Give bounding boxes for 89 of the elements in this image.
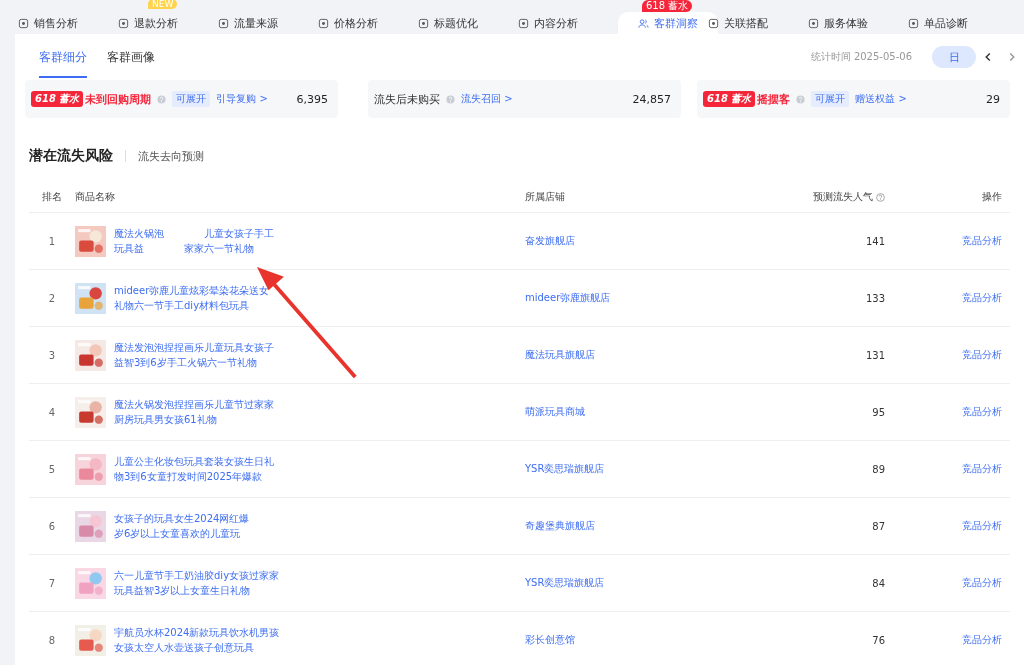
analysis-link[interactable]: 竞品分析 xyxy=(885,519,1010,533)
rank-cell-text: 2 xyxy=(47,292,57,304)
analysis-link[interactable]: 竞品分析 xyxy=(885,348,1010,362)
card-link[interactable]: 引导复购 > xyxy=(216,92,268,106)
product-link[interactable]: 宇航员水杯2024新款玩具饮水机男孩 女孩太空人水壶送孩子创意玩具 xyxy=(114,625,280,655)
section-title: 潜在流失风险 xyxy=(29,147,113,165)
nav-tab[interactable]: 标题优化 xyxy=(418,12,518,34)
store-link[interactable]: 奇趣堡典旗舰店 xyxy=(525,519,755,533)
tab-badge: 618 蓄水 xyxy=(642,0,693,12)
help-icon xyxy=(876,192,885,202)
square-icon xyxy=(908,17,919,29)
tab-badge: NEW xyxy=(148,0,178,9)
product-link[interactable]: 儿童公主化妆包玩具套装女孩生日礼 物3到6女童打发时间2025年爆款 xyxy=(114,454,274,484)
store-link[interactable]: 奋发旗舰店 xyxy=(525,234,755,248)
promo-tag: 618 蓄水 xyxy=(703,91,756,107)
square-icon xyxy=(708,17,719,29)
nav-tab[interactable]: 价格分析 xyxy=(318,12,418,34)
analysis-link[interactable]: 竞品分析 xyxy=(885,633,1010,647)
product-link[interactable]: 女孩子的玩具女生2024网红爆 岁6岁以上女童喜欢的儿童玩 xyxy=(114,511,250,541)
square-icon xyxy=(318,17,329,29)
square-icon xyxy=(118,17,129,29)
analysis-link[interactable]: 竞品分析 xyxy=(885,291,1010,305)
store-link[interactable]: 彩长创意馆 xyxy=(525,633,755,647)
help-icon xyxy=(446,94,455,104)
square-icon xyxy=(218,17,229,29)
store-link[interactable]: 萌派玩具商城 xyxy=(525,405,755,419)
card-title: 流失后未购买 xyxy=(374,91,440,107)
store-link[interactable]: YSR奕思瑞旗舰店 xyxy=(525,462,755,476)
expand-label[interactable]: 可展开 xyxy=(811,91,850,107)
store-link[interactable]: YSR奕思瑞旗舰店 xyxy=(525,576,755,590)
card-title: 未到回购周期 xyxy=(85,91,152,107)
nav-tab[interactable]: 内容分析 xyxy=(518,12,618,34)
value-cell-text: 131 xyxy=(864,349,885,361)
value-cell-text: 76 xyxy=(871,634,885,646)
value-cell-text: 95 xyxy=(871,406,885,418)
nav-tab[interactable]: 客群洞察 xyxy=(618,12,718,34)
square-icon xyxy=(518,17,529,29)
rank-cell-text: 3 xyxy=(47,349,57,361)
value-cell-text: 141 xyxy=(864,235,885,247)
nav-tab[interactable]: 流量来源 xyxy=(218,12,318,34)
sub-tab[interactable]: 客群细分 xyxy=(39,36,87,78)
nav-tab[interactable]: 服务体验 xyxy=(808,12,908,34)
analysis-link[interactable]: 竞品分析 xyxy=(885,576,1010,590)
card-value: 29 xyxy=(986,92,1000,106)
promo-tag: 618 蓄水 xyxy=(31,91,84,107)
product-link[interactable]: 六一儿童节手工奶油胶diy女孩过家家 玩具益智3岁以上女童生日礼物 xyxy=(114,568,280,598)
nav-tab[interactable]: 退款分析 xyxy=(118,12,218,34)
product-link[interactable]: mideer弥鹿儿童炫彩晕染花朵送女 礼物六一节手工diy材料包玩具 xyxy=(114,283,270,313)
nav-tab[interactable]: 销售分析 xyxy=(18,12,118,34)
product-link[interactable]: 魔法火锅泡 儿童女孩子手工 玩具益 家家六一节礼物 xyxy=(114,226,274,256)
nav-tab[interactable]: 单品诊断 xyxy=(908,12,1008,34)
stat-time: 统计时间 2025-05-06 xyxy=(810,50,912,64)
card-link[interactable]: 赠送权益 > xyxy=(855,92,907,106)
store-link[interactable]: 魔法玩具旗舰店 xyxy=(525,348,755,362)
store-link[interactable]: mideer弥鹿旗舰店 xyxy=(525,291,755,305)
column-header: 排名 xyxy=(41,190,63,204)
card-title: 摇摆客 xyxy=(757,91,791,107)
rank-cell-text: 1 xyxy=(47,235,57,247)
column-header: 所属店铺 xyxy=(525,190,566,204)
help-icon xyxy=(157,94,167,104)
card-link[interactable]: 流失召回 > xyxy=(461,92,513,106)
people-icon xyxy=(638,17,649,29)
value-cell-text: 87 xyxy=(871,520,885,532)
rank-cell-text: 8 xyxy=(47,634,57,646)
rank-cell-text: 4 xyxy=(47,406,57,418)
column-header: 操作 xyxy=(981,190,1003,204)
help-icon xyxy=(796,94,806,104)
value-cell-text: 133 xyxy=(864,292,885,304)
column-header: 商品名称 xyxy=(75,190,116,204)
product-link[interactable]: 魔法火锅发泡捏捏画乐儿童节过家家 厨房玩具男女孩61礼物 xyxy=(114,397,274,427)
expand-label[interactable]: 可展开 xyxy=(172,91,211,107)
analysis-link[interactable]: 竞品分析 xyxy=(885,405,1010,419)
sub-tab[interactable]: 客群画像 xyxy=(107,36,155,78)
rank-cell-text: 6 xyxy=(47,520,57,532)
value-cell-text: 84 xyxy=(871,577,885,589)
rank-cell-text: 7 xyxy=(47,577,57,589)
square-icon xyxy=(808,17,819,29)
column-header: 预测流失人气 xyxy=(813,190,873,204)
square-icon xyxy=(18,17,29,29)
section-tab[interactable]: 流失去向预测 xyxy=(138,148,204,164)
card-value: 24,857 xyxy=(632,92,671,106)
value-cell-text: 89 xyxy=(871,463,885,475)
day-button[interactable]: 日 xyxy=(932,46,976,68)
product-link[interactable]: 魔法发泡泡捏捏画乐儿童玩具女孩子 益智3到6岁手工火锅六一节礼物 xyxy=(114,340,274,370)
square-icon xyxy=(418,17,429,29)
card-value: 6,395 xyxy=(296,92,328,106)
rank-cell-text: 5 xyxy=(47,463,57,475)
analysis-link[interactable]: 竞品分析 xyxy=(885,462,1010,476)
analysis-link[interactable]: 竞品分析 xyxy=(885,234,1010,248)
